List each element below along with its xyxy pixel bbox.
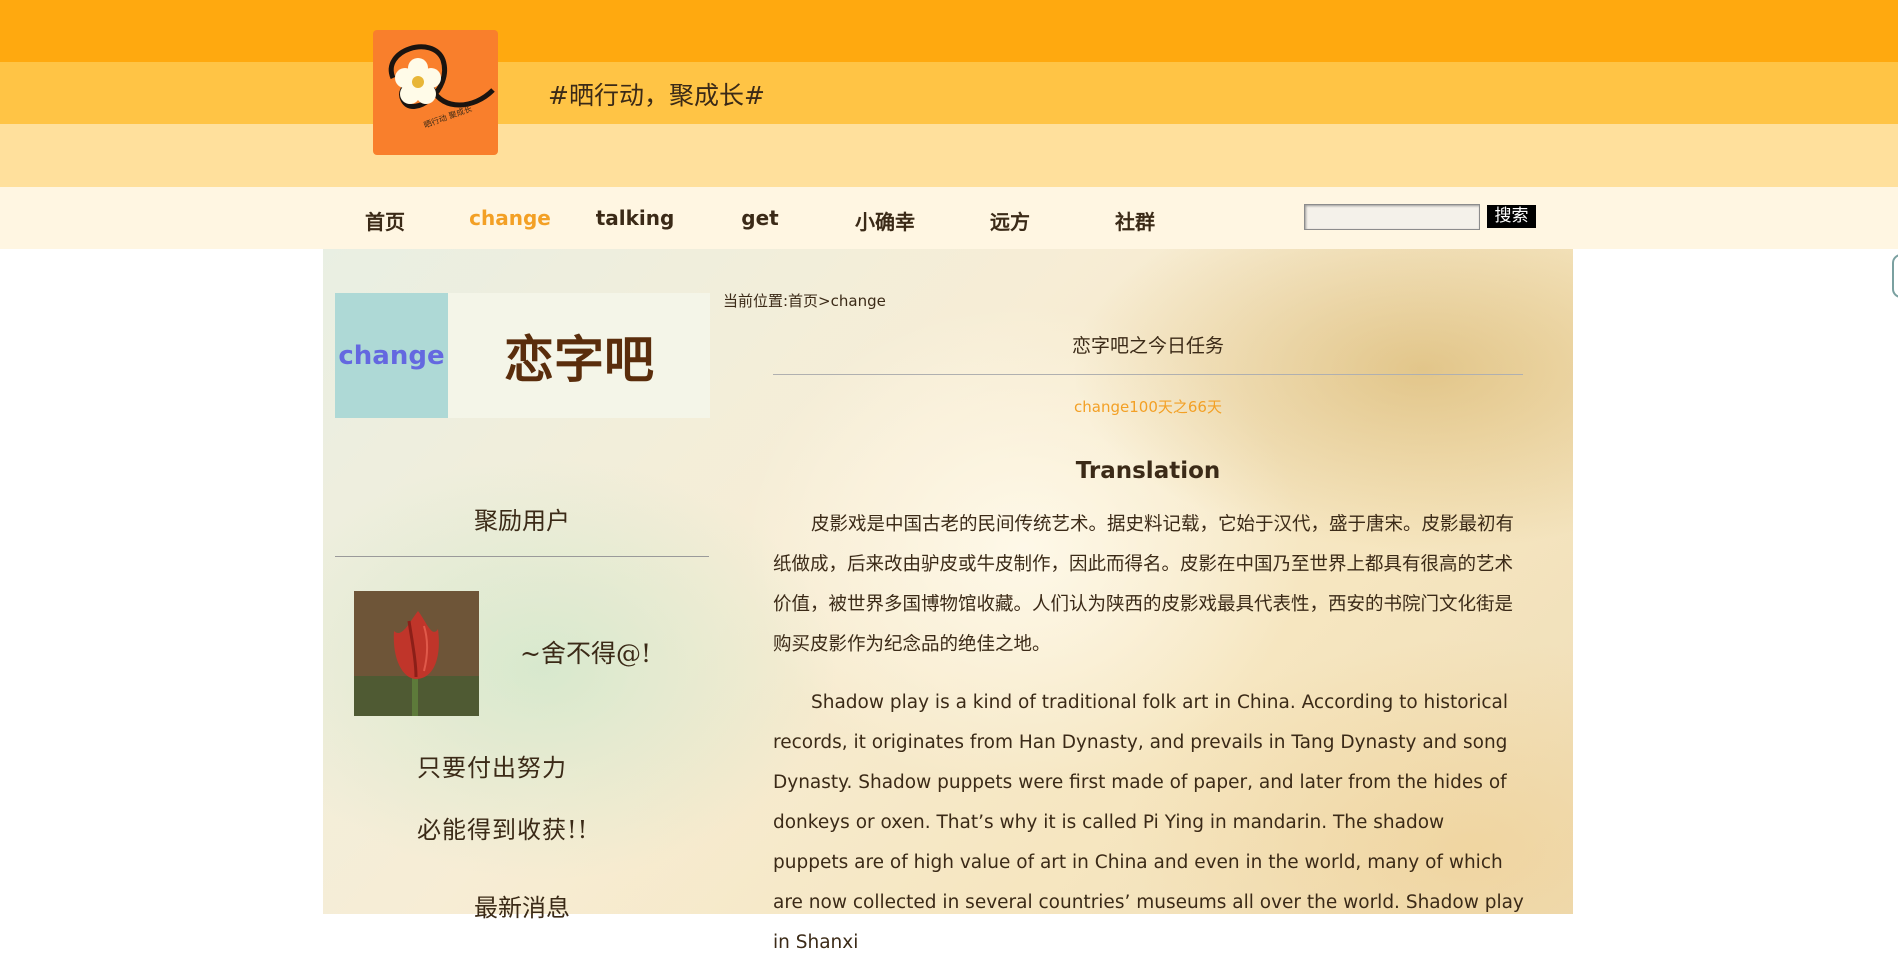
sidebar-divider (335, 556, 709, 557)
header-band-middle (0, 62, 1898, 124)
motto-line-2: 必能得到收获!! (417, 816, 589, 844)
sidebar-title-main: 恋字吧 (448, 293, 710, 418)
section-title: Translation (1075, 458, 1221, 484)
paragraph-chinese: 皮影戏是中国古老的民间传统艺术。据史料记载，它始于汉代，盛于唐宋。皮影最初有纸做… (773, 514, 1515, 655)
site-slogan: #晒行动，聚成长# (548, 81, 765, 110)
nav-item-change[interactable]: change (455, 206, 565, 230)
nav-item-talking[interactable]: talking (580, 206, 690, 230)
sidebar-title-change[interactable]: change (335, 293, 448, 418)
main-nav: 首页 change talking get 小确幸 远方 社群 (0, 187, 1898, 249)
header-band-top (0, 0, 1898, 62)
nav-item-small-happiness[interactable]: 小确幸 (830, 206, 940, 235)
tulip-photo-icon (354, 591, 479, 716)
nav-item-get[interactable]: get (705, 206, 815, 230)
nav-item-faraway[interactable]: 远方 (955, 206, 1065, 235)
flower-logo-icon: 晒行动 聚成长 (388, 44, 495, 130)
header-band-bottom (0, 124, 1898, 187)
day-counter: change100天之66天 (1074, 398, 1222, 416)
side-scroll-handle[interactable] (1892, 254, 1898, 298)
site-logo[interactable]: 晒行动 聚成长 (373, 30, 498, 155)
search-input[interactable] (1304, 204, 1480, 230)
user-avatar[interactable] (354, 591, 479, 716)
paragraph-english: Shadow play is a kind of traditional fol… (773, 692, 1524, 953)
search-button[interactable]: 搜索 (1487, 205, 1536, 228)
title-divider (773, 374, 1523, 375)
svg-text:晒行动 聚成长: 晒行动 聚成长 (422, 103, 473, 130)
page-title: 恋字吧之今日任务 (1071, 335, 1224, 357)
users-heading: 聚励用户 (474, 507, 570, 535)
nav-item-community[interactable]: 社群 (1080, 206, 1190, 235)
motto-line-1: 只要付出努力 (417, 754, 567, 782)
breadcrumb: 当前位置:首页>change (723, 292, 886, 310)
user-name[interactable]: ~舍不得@! (520, 634, 651, 670)
nav-item-home[interactable]: 首页 (330, 206, 440, 235)
news-heading: 最新消息 (474, 894, 570, 922)
